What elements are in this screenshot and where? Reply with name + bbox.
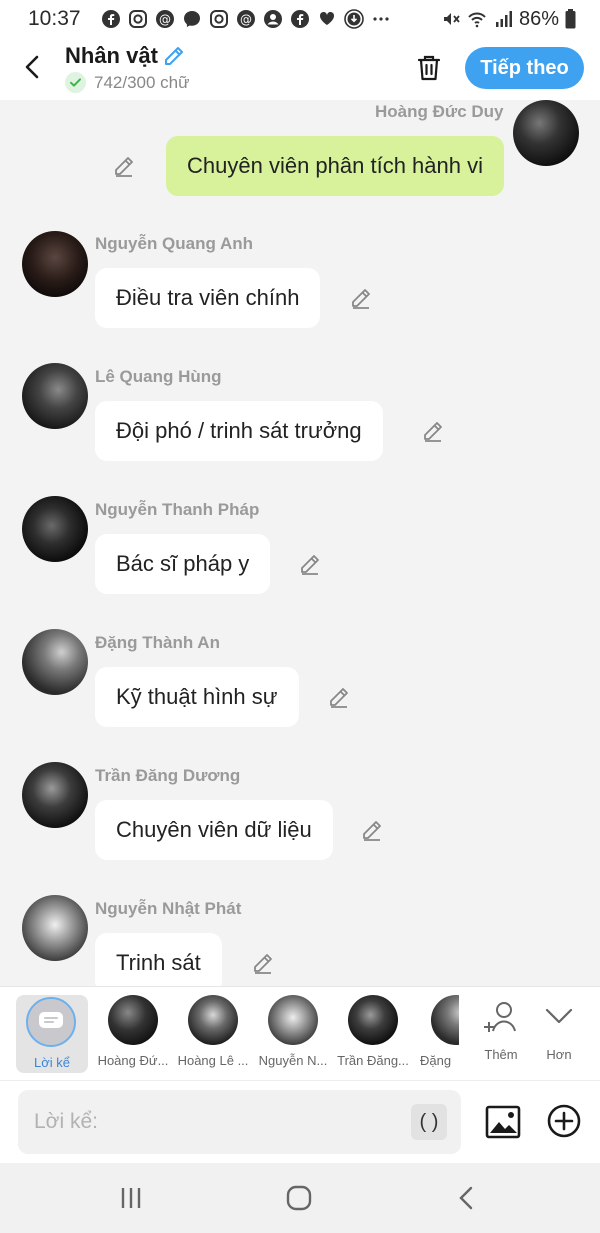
health-icon <box>319 11 334 25</box>
instagram-icon-2 <box>209 10 228 28</box>
character-chip[interactable]: Nguyễn N... <box>257 995 329 1073</box>
more-label: Hơn <box>546 1047 572 1062</box>
edit-icon[interactable] <box>348 285 374 311</box>
edit-icon[interactable] <box>420 418 446 444</box>
message-bubble[interactable]: Kỹ thuật hình sự <box>95 667 299 727</box>
avatar[interactable] <box>22 895 88 961</box>
back-nav-icon[interactable] <box>452 1183 482 1213</box>
sender-name: Lê Quang Hùng <box>95 367 222 386</box>
character-name: Nguyễn N... <box>258 1053 328 1068</box>
avatar <box>348 995 398 1045</box>
battery-percent: 86% <box>518 7 559 30</box>
facebook-icon <box>101 10 120 28</box>
avatar[interactable] <box>22 363 88 429</box>
trash-icon[interactable] <box>413 52 445 84</box>
message-bubble[interactable]: Trinh sát <box>95 933 222 986</box>
avatar[interactable] <box>513 100 579 166</box>
facebook-icon-2 <box>290 10 309 28</box>
chat-area[interactable]: Hoàng Đức Duy Chuyên viên phân tích hành… <box>0 100 600 986</box>
message-bubble[interactable]: Đội phó / trinh sát trưởng <box>95 401 383 461</box>
status-time: 10:37 <box>28 7 81 30</box>
chat-bubble-icon <box>26 997 76 1047</box>
avatar <box>268 995 318 1045</box>
svg-text:@: @ <box>159 13 171 27</box>
avatar[interactable] <box>22 762 88 828</box>
more-button[interactable]: Hơn <box>535 997 583 1067</box>
recent-apps-icon[interactable] <box>116 1183 146 1213</box>
threads-icon: @ <box>155 10 174 28</box>
sender-name: Hoàng Đức Duy <box>375 102 504 121</box>
sender-name: Nguyễn Thanh Pháp <box>95 500 260 519</box>
edit-icon[interactable] <box>297 551 323 577</box>
mute-icon <box>443 13 460 25</box>
character-chip[interactable]: Đặng <box>417 995 459 1073</box>
header: Nhân vật 742/300 chữ Tiếp theo <box>0 38 600 100</box>
message-bubble[interactable]: Bác sĩ pháp y <box>95 534 271 594</box>
image-icon[interactable] <box>484 1103 522 1141</box>
avatar <box>108 995 158 1045</box>
edit-icon[interactable] <box>250 950 276 976</box>
plus-circle-icon[interactable] <box>546 1103 582 1139</box>
edit-icon[interactable] <box>111 153 137 179</box>
message-bubble[interactable]: Chuyên viên dữ liệu <box>95 800 333 860</box>
message-bubble[interactable]: Điều tra viên chính <box>95 268 321 328</box>
signal-icon <box>495 11 512 27</box>
character-name: Hoàng Lê ... <box>177 1053 249 1068</box>
avatar <box>188 995 238 1045</box>
sender-name: Đặng Thành An <box>95 633 220 652</box>
page-title: Nhân vật <box>65 43 158 68</box>
narration-chip[interactable]: Lời kể <box>16 995 88 1073</box>
back-icon[interactable] <box>18 52 48 82</box>
avatar[interactable] <box>22 496 88 562</box>
instagram-icon <box>128 10 147 28</box>
word-count-row: 742/300 chữ <box>65 72 190 93</box>
more-dots-icon <box>372 17 389 21</box>
character-name: Hoàng Đứ... <box>97 1053 169 1068</box>
account-icon <box>263 10 282 28</box>
avatar <box>431 995 459 1045</box>
avatar[interactable] <box>22 231 88 297</box>
status-bar: 10:37 @ @ 86% <box>0 0 600 38</box>
character-chip[interactable]: Trần Đăng... <box>337 995 409 1073</box>
messenger-icon <box>183 11 200 27</box>
add-character-button[interactable]: Thêm <box>477 997 525 1067</box>
add-person-icon <box>484 1002 516 1032</box>
narration-input[interactable] <box>34 1110 394 1134</box>
character-strip: Lời kể Hoàng Đứ... Hoàng Lê ... Nguyễn N… <box>0 986 600 1080</box>
narration-label: Lời kể <box>34 1055 70 1070</box>
word-count: 742/300 chữ <box>94 72 190 92</box>
add-label: Thêm <box>484 1047 518 1062</box>
download-icon <box>343 9 364 29</box>
message-bubble[interactable]: Chuyên viên phân tích hành vi <box>166 136 504 196</box>
input-bar: ( ) <box>0 1080 600 1163</box>
home-icon[interactable] <box>284 1183 314 1213</box>
system-nav-bar <box>0 1163 600 1233</box>
character-name: Trần Đăng... <box>337 1053 409 1068</box>
sender-name: Nguyễn Nhật Phát <box>95 899 242 918</box>
wifi-icon <box>468 12 486 28</box>
battery-icon <box>565 9 576 29</box>
character-chip[interactable]: Hoàng Đứ... <box>97 995 169 1073</box>
status-right: 86% <box>441 8 576 31</box>
sender-name: Trần Đăng Dương <box>95 766 241 785</box>
edit-icon[interactable] <box>326 684 352 710</box>
chevron-down-icon <box>545 1008 573 1024</box>
edit-icon[interactable] <box>359 817 385 843</box>
edit-title-icon[interactable] <box>162 44 186 68</box>
character-chip[interactable]: Hoàng Lê ... <box>177 995 249 1073</box>
avatar[interactable] <box>22 629 88 695</box>
notification-icons: @ @ <box>101 9 391 29</box>
svg-text:@: @ <box>240 13 252 27</box>
sender-name: Nguyễn Quang Anh <box>95 234 254 253</box>
check-icon <box>65 72 86 93</box>
character-name: Đặng <box>420 1053 452 1068</box>
narration-input-box[interactable]: ( ) <box>18 1090 461 1154</box>
threads-icon-2: @ <box>236 10 255 28</box>
next-button[interactable]: Tiếp theo <box>465 47 584 89</box>
parentheses-button[interactable]: ( ) <box>411 1104 447 1140</box>
